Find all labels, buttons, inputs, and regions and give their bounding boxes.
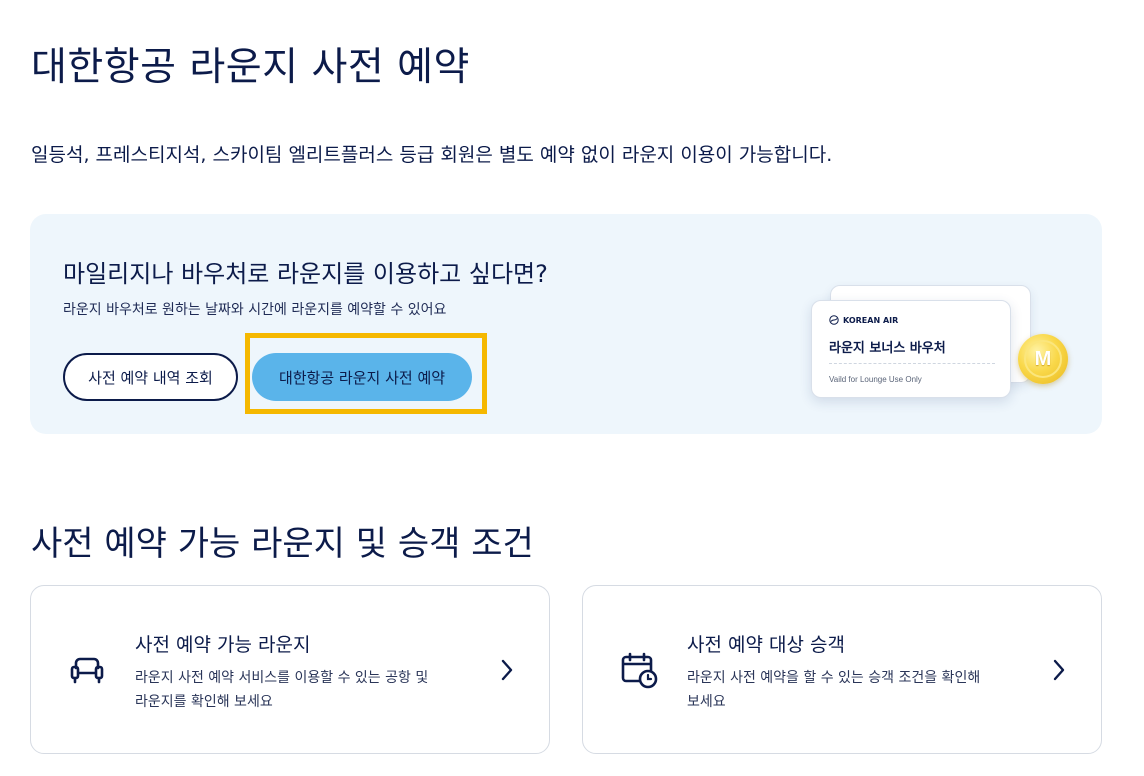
chevron-right-icon[interactable] [497,658,517,682]
voucher-note: Vaild for Lounge Use Only [829,375,922,384]
voucher-divider [829,363,995,364]
eligible-passengers-card[interactable]: 사전 예약 대상 승객 라운지 사전 예약을 할 수 있는 승객 조건을 확인해… [582,585,1102,754]
korean-air-logo: KOREAN AIR [829,315,898,325]
available-lounges-card[interactable]: 사전 예약 가능 라운지 라운지 사전 예약 서비스를 이용할 수 있는 공항 … [30,585,550,754]
voucher-card: KOREAN AIR 라운지 보너스 바우처 Vaild for Lounge … [811,300,1011,398]
armchair-icon [70,657,104,684]
reservation-history-button[interactable]: 사전 예약 내역 조회 [63,353,238,401]
page-title: 대한항공 라운지 사전 예약 [31,45,470,90]
card-description: 라운지 사전 예약 서비스를 이용할 수 있는 공항 및 라운지를 확인해 보세… [135,666,475,714]
card-desc-line: 라운지 사전 예약을 할 수 있는 승객 조건을 확인해 [687,670,981,686]
coin-letter: M [1024,340,1062,378]
section-title: 사전 예약 가능 라운지 및 승객 조건 [31,524,534,564]
lounge-reserve-button[interactable]: 대한항공 라운지 사전 예약 [252,353,472,401]
card-title: 사전 예약 가능 라운지 [135,634,311,656]
lounge-promo-panel: 마일리지나 바우처로 라운지를 이용하고 싶다면? 라운지 바우처로 원하는 날… [30,214,1102,434]
calendar-clock-icon [621,652,658,689]
intro-text: 일등석, 프레스티지석, 스카이팀 엘리트플러스 등급 회원은 별도 예약 없이… [31,144,833,166]
chevron-right-icon[interactable] [1049,658,1069,682]
card-desc-line: 라운지를 확인해 보세요 [135,694,273,710]
promo-heading: 마일리지나 바우처로 라운지를 이용하고 싶다면? [63,260,548,288]
card-desc-line: 라운지 사전 예약 서비스를 이용할 수 있는 공항 및 [135,670,429,686]
card-title: 사전 예약 대상 승객 [687,634,845,656]
voucher-brand: KOREAN AIR [843,315,899,325]
mileage-coin-icon: M [1018,334,1068,384]
card-description: 라운지 사전 예약을 할 수 있는 승객 조건을 확인해 보세요 [687,666,1027,714]
voucher-title: 라운지 보너스 바우처 [829,341,946,356]
korean-air-logo-icon [829,315,839,325]
card-desc-line: 보세요 [687,694,726,710]
promo-subtext: 라운지 바우처로 원하는 날짜와 시간에 라운지를 예약할 수 있어요 [63,302,447,318]
